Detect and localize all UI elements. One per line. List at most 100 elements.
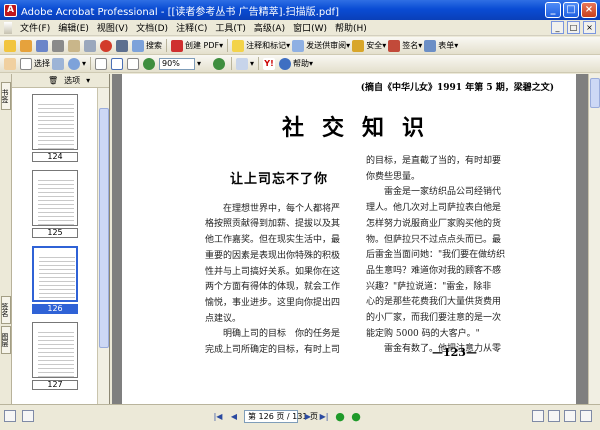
zoom-dropdown[interactable]: ▾ — [197, 57, 211, 71]
tab-layers[interactable]: 图层 — [1, 326, 11, 354]
menu-document[interactable]: 文档(D) — [132, 21, 172, 34]
options-menu[interactable]: 选项 — [64, 75, 80, 86]
tab-bookmarks[interactable]: 书签 — [1, 82, 11, 110]
actual-size-button[interactable] — [95, 57, 109, 71]
zoom-out-icon — [143, 57, 156, 70]
menu-comments[interactable]: 注释(C) — [172, 21, 211, 34]
window-title: Adobe Acrobat Professional - [[读者参考丛书 广告… — [21, 6, 339, 18]
attach-button[interactable] — [84, 39, 98, 53]
thumbnail-page-125[interactable] — [32, 170, 78, 226]
text-select-icon — [20, 57, 32, 70]
text-line: 两个方面有得体的体现，就会工作 — [205, 282, 341, 293]
print-button[interactable] — [52, 39, 66, 53]
menu-help[interactable]: 帮助(H) — [331, 21, 371, 34]
menu-advanced[interactable]: 高级(A) — [250, 21, 289, 34]
rotate-button[interactable]: ▾ — [236, 57, 254, 71]
stop-icon — [100, 39, 112, 52]
page-number-field[interactable]: 第 126 页 / 131 页 — [244, 410, 318, 423]
create-pdf-button[interactable]: 创建 PDF ▾ — [171, 39, 223, 53]
organizer-button[interactable] — [20, 39, 34, 53]
menu-bar: 文件(F) 编辑(E) 视图(V) 文档(D) 注释(C) 工具(T) 高级(A… — [0, 20, 600, 36]
minimize-button[interactable]: _ — [545, 2, 561, 18]
text-line: 兴趣？"萨拉说道："雷金，除非 — [366, 281, 492, 292]
organizer-icon — [20, 39, 32, 52]
send-review-button[interactable]: 发送供审阅 ▾ — [292, 39, 350, 53]
prev-page-icon[interactable]: ◀ — [228, 411, 240, 423]
zoom-in-button[interactable] — [213, 57, 227, 71]
menu-window[interactable]: 窗口(W) — [289, 21, 331, 34]
text-line: 他工作嘉奖。但在现实生活中，最 — [205, 235, 341, 246]
send-review-icon — [292, 39, 305, 52]
continuous-page-icon[interactable] — [548, 410, 560, 422]
yahoo-icon: Y! — [263, 57, 276, 70]
thumbnail-page-127[interactable] — [32, 322, 78, 378]
single-page-icon[interactable] — [532, 410, 544, 422]
chevron-down-icon[interactable]: ▾ — [86, 76, 90, 85]
menu-edit[interactable]: 编辑(E) — [54, 21, 93, 34]
document-scrollbar[interactable] — [588, 74, 600, 404]
save-button[interactable] — [36, 39, 50, 53]
text-line: 明确上司的目标 你的任务是 — [205, 329, 341, 340]
close-button[interactable]: × — [581, 2, 597, 18]
forms-button[interactable]: 表单 ▾ — [424, 39, 458, 53]
zoom-tool-button[interactable]: ▾ — [68, 57, 86, 71]
stop-button[interactable] — [100, 39, 114, 53]
help-icon — [279, 57, 292, 70]
rotate-view-icon — [236, 57, 249, 70]
thumbnails-scrollbar[interactable] — [97, 88, 109, 404]
zoom-out-button[interactable] — [143, 57, 157, 71]
zoom-magnifier-icon — [68, 57, 80, 70]
last-page-icon[interactable]: ▶| — [318, 411, 330, 423]
select-tool-button[interactable]: 选择 — [20, 57, 50, 71]
article-left-column: 让上司忘不了你 在理想世界中，每个人都将严 格按照贡献得到加薪、提拔以及其 他工… — [205, 166, 353, 359]
page-size-icon[interactable] — [22, 410, 34, 422]
first-page-icon[interactable]: |◀ — [212, 411, 224, 423]
thumbnail-label: 124 — [32, 152, 78, 162]
document-scroll-thumb[interactable] — [590, 78, 600, 108]
facing-page-icon[interactable] — [564, 410, 576, 422]
comment-markup-label: 注释和标记 — [246, 41, 287, 50]
text-line: 能定购 5000 码的大客户。" — [366, 328, 480, 339]
forms-icon — [424, 39, 437, 52]
thumbnail-page-126[interactable] — [32, 246, 78, 302]
fit-page-button[interactable] — [111, 57, 125, 71]
tab-signatures[interactable]: 签名 — [1, 296, 11, 324]
email-icon — [68, 39, 80, 52]
doc-info-icon[interactable] — [4, 410, 16, 422]
continuous-facing-icon[interactable] — [580, 410, 592, 422]
open-button[interactable] — [4, 39, 18, 53]
help-button[interactable]: 帮助 ▾ — [279, 57, 313, 71]
sign-button[interactable]: 签名 ▾ — [388, 39, 422, 53]
search-button[interactable]: 搜索 — [132, 39, 162, 53]
menu-view[interactable]: 视图(V) — [93, 21, 132, 34]
text-line: 雷金是一家纺织品公司经销代 — [366, 187, 502, 198]
menu-tools[interactable]: 工具(T) — [211, 21, 250, 34]
snapshot-camera-icon — [52, 57, 64, 70]
toolbar-separator — [227, 39, 229, 52]
paperclip-icon — [84, 39, 96, 52]
acrobat-app-icon: A — [4, 3, 17, 17]
title-bar: A Adobe Acrobat Professional - [[读者参考丛书 … — [0, 0, 600, 20]
thumbnails-scroll-thumb[interactable] — [99, 108, 109, 348]
secure-button[interactable]: 安全 ▾ — [352, 39, 386, 53]
menu-file[interactable]: 文件(F) — [16, 21, 54, 34]
thumbnail-page-124[interactable] — [32, 94, 78, 150]
article-right-column: 的目标，是直截了当的，有时却要 你费些思量。 雷金是一家纺织品公司经销代 理人。… — [366, 154, 536, 358]
go-back-icon[interactable]: ● — [334, 410, 346, 423]
zoom-level-field[interactable]: 90% — [159, 57, 196, 70]
snapshot-button[interactable] — [52, 57, 66, 71]
camera-button[interactable] — [116, 39, 130, 53]
hand-tool-button[interactable] — [4, 57, 18, 71]
doc-close-button[interactable]: × — [583, 21, 596, 34]
fit-width-button[interactable] — [127, 57, 141, 71]
comment-markup-button[interactable]: 注释和标记 ▾ — [232, 39, 290, 53]
maximize-button[interactable]: □ — [563, 2, 579, 18]
go-forward-icon[interactable]: ● — [350, 410, 362, 423]
email-button[interactable] — [68, 39, 82, 53]
next-page-icon[interactable]: ▶ — [302, 411, 314, 423]
doc-minimize-button[interactable]: _ — [551, 21, 564, 34]
doc-restore-button[interactable]: □ — [567, 21, 580, 34]
yahoo-toolbar-button[interactable]: Y! — [263, 57, 277, 71]
delete-icon[interactable]: 🗑 — [48, 76, 58, 85]
fit-page-icon — [111, 57, 124, 70]
